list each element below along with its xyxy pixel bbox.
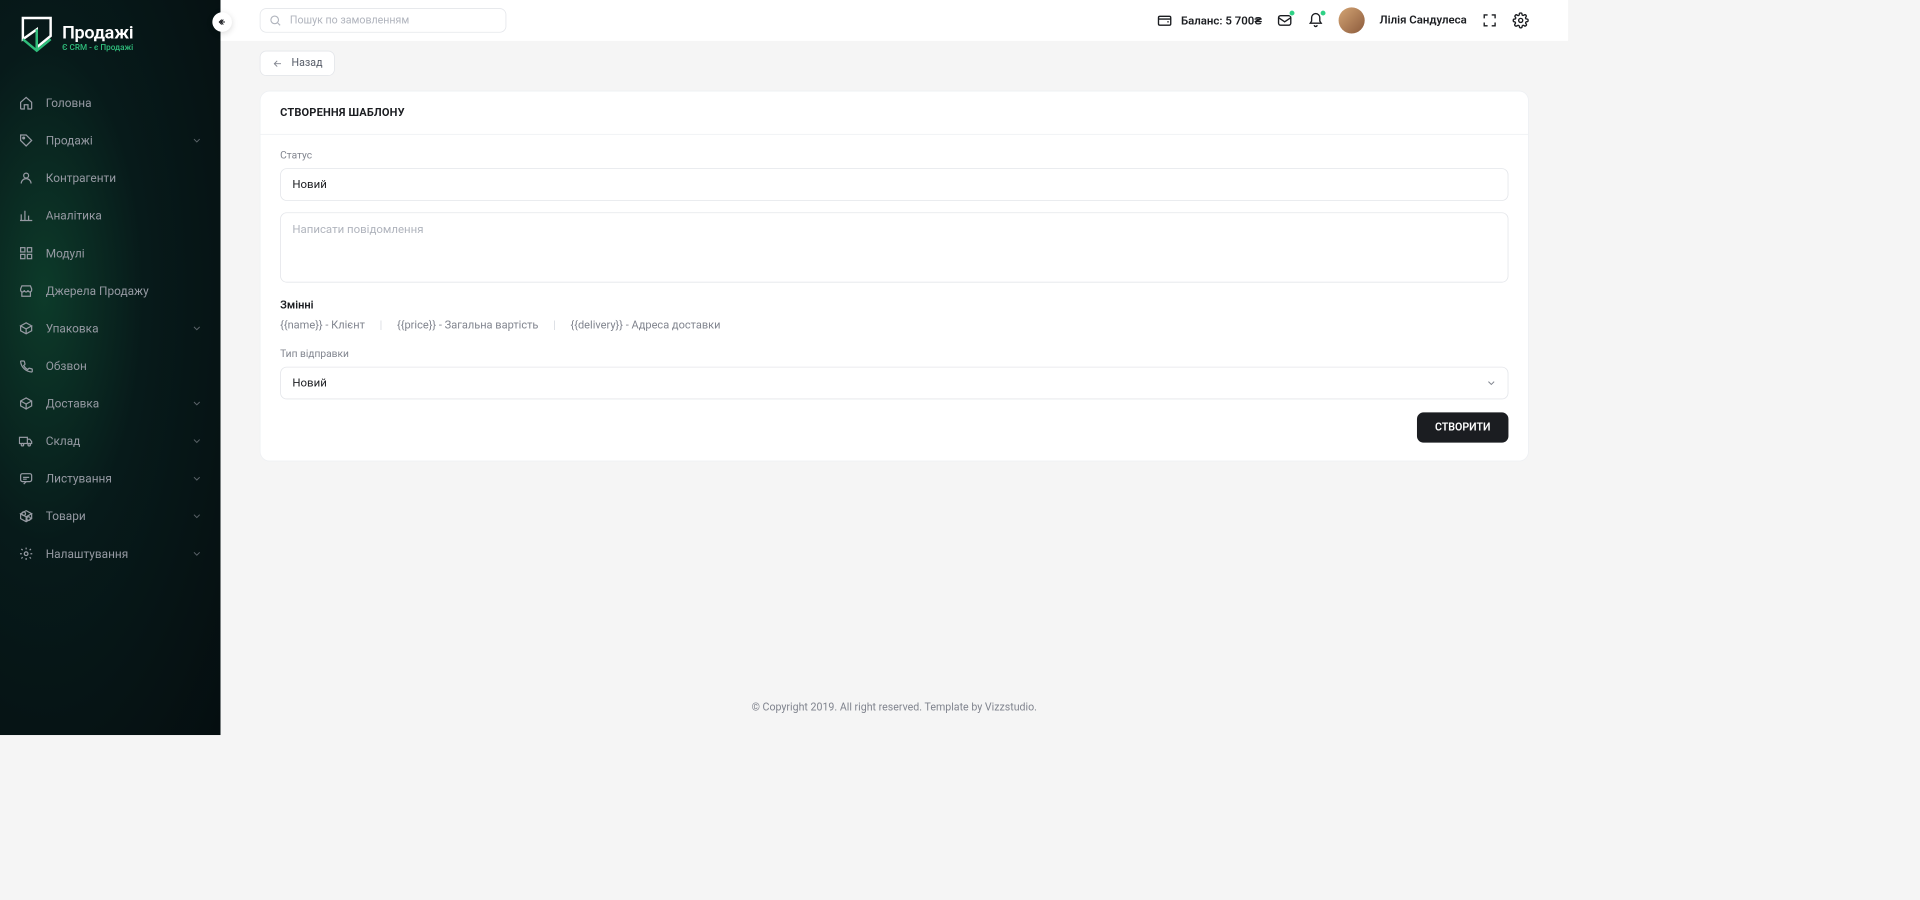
sidebar-item-label: Аналітика bbox=[46, 209, 203, 223]
sidebar-item-label: Джерела Продажу bbox=[46, 284, 203, 298]
card-title: СТВОРЕННЯ ШАБЛОНУ bbox=[261, 91, 1529, 134]
variables-row: {{name}} - Клієнт | {{price}} - Загальна… bbox=[280, 319, 1508, 332]
sidebar-item-cube[interactable]: Доставка bbox=[0, 385, 221, 423]
sidebar-item-label: Модулі bbox=[46, 246, 203, 260]
search-input[interactable] bbox=[260, 8, 507, 33]
send-type-select[interactable]: Новий bbox=[280, 367, 1508, 400]
sidebar-item-label: Головна bbox=[46, 96, 203, 110]
chevron-down-icon bbox=[191, 435, 202, 446]
sidebar-item-tag[interactable]: Продажі bbox=[0, 122, 221, 160]
variable-item: {{delivery}} - Адреса доставки bbox=[571, 319, 736, 332]
chart-icon bbox=[18, 207, 34, 223]
package-icon bbox=[18, 508, 34, 524]
topbar: Баланс: 5 700₴ Лілія Сандулеса bbox=[221, 0, 1569, 41]
store-icon bbox=[18, 283, 34, 299]
nav-list: Головна Продажі Контрагенти Аналітика Модулі… bbox=[0, 84, 221, 572]
sidebar-item-label: Товари bbox=[46, 509, 191, 523]
back-button[interactable]: Назад bbox=[260, 51, 335, 76]
message-textarea[interactable] bbox=[280, 212, 1508, 282]
sidebar-item-chat[interactable]: Листування bbox=[0, 460, 221, 498]
sidebar-item-user[interactable]: Контрагенти bbox=[0, 159, 221, 197]
user-icon bbox=[18, 170, 34, 186]
sidebar-item-label: Доставка bbox=[46, 397, 191, 411]
gear-icon bbox=[1513, 12, 1529, 28]
footer: © Copyright 2019. All right reserved. Te… bbox=[221, 680, 1569, 735]
sidebar-item-label: Листування bbox=[46, 472, 191, 486]
status-input[interactable] bbox=[280, 168, 1508, 201]
logo-subtitle: Є CRM - є Продажі bbox=[62, 43, 133, 52]
sidebar-collapse-button[interactable] bbox=[212, 12, 232, 32]
sidebar-item-box[interactable]: Упаковка bbox=[0, 310, 221, 348]
cube-icon bbox=[18, 395, 34, 411]
content: Назад СТВОРЕННЯ ШАБЛОНУ Статус Змінні {{… bbox=[221, 41, 1569, 680]
sidebar-item-label: Продажі bbox=[46, 134, 191, 148]
sidebar-item-home[interactable]: Головна bbox=[0, 84, 221, 122]
notification-dot bbox=[1289, 10, 1296, 17]
messages-button[interactable] bbox=[1277, 12, 1293, 28]
username: Лілія Сандулеса bbox=[1380, 14, 1467, 27]
send-type-label: Тип відправки bbox=[280, 348, 1508, 360]
variable-item: {{name}} - Клієнт bbox=[280, 319, 379, 332]
variable-separator: | bbox=[380, 319, 397, 332]
truck-icon bbox=[18, 433, 34, 449]
main-area: Баланс: 5 700₴ Лілія Сандулеса Назад СТВ… bbox=[221, 0, 1569, 735]
box-icon bbox=[18, 320, 34, 336]
sidebar-item-store[interactable]: Джерела Продажу bbox=[0, 272, 221, 310]
chevron-down-icon bbox=[191, 323, 202, 334]
search-wrap bbox=[260, 8, 507, 33]
sidebar-item-phone[interactable]: Обзвон bbox=[0, 347, 221, 385]
variable-separator: | bbox=[553, 319, 570, 332]
sidebar-item-label: Склад bbox=[46, 434, 191, 448]
grid-icon bbox=[18, 245, 34, 261]
logo-icon bbox=[18, 15, 56, 60]
search-icon bbox=[269, 14, 282, 27]
fullscreen-icon bbox=[1481, 12, 1497, 28]
sidebar-item-chart[interactable]: Аналітика bbox=[0, 197, 221, 235]
sidebar-item-label: Обзвон bbox=[46, 359, 203, 373]
arrow-left-icon bbox=[217, 17, 227, 27]
back-label: Назад bbox=[292, 57, 323, 69]
balance-label: Баланс: 5 700₴ bbox=[1181, 13, 1262, 27]
chevron-down-icon bbox=[191, 510, 202, 521]
avatar[interactable] bbox=[1339, 7, 1365, 33]
status-label: Статус bbox=[280, 149, 1508, 161]
sidebar-item-label: Контрагенти bbox=[46, 171, 203, 185]
variable-item: {{price}} - Загальна вартість bbox=[397, 319, 553, 332]
notification-dot bbox=[1320, 10, 1327, 17]
gear-icon bbox=[18, 546, 34, 562]
chevron-down-icon bbox=[191, 398, 202, 409]
arrow-left-icon bbox=[272, 58, 283, 69]
logo-title: Продажі bbox=[62, 22, 133, 42]
chevron-down-icon bbox=[191, 548, 202, 559]
fullscreen-button[interactable] bbox=[1481, 12, 1497, 28]
create-button[interactable]: СТВОРИТИ bbox=[1417, 412, 1508, 442]
chat-icon bbox=[18, 470, 34, 486]
sidebar-item-label: Налаштування bbox=[46, 547, 191, 561]
sidebar-item-gear[interactable]: Налаштування bbox=[0, 535, 221, 573]
wallet-icon bbox=[1156, 12, 1172, 28]
chevron-down-icon bbox=[191, 473, 202, 484]
home-icon bbox=[18, 95, 34, 111]
settings-button[interactable] bbox=[1513, 12, 1529, 28]
chevron-down-icon bbox=[191, 135, 202, 146]
phone-icon bbox=[18, 358, 34, 374]
send-type-value: Новий bbox=[280, 367, 1508, 400]
sidebar: Продажі Є CRM - є Продажі Головна Продажі… bbox=[0, 0, 221, 735]
tag-icon bbox=[18, 132, 34, 148]
create-template-card: СТВОРЕННЯ ШАБЛОНУ Статус Змінні {{name}}… bbox=[260, 91, 1529, 462]
balance: Баланс: 5 700₴ bbox=[1156, 12, 1261, 28]
sidebar-item-label: Упаковка bbox=[46, 321, 191, 335]
logo: Продажі Є CRM - є Продажі bbox=[0, 15, 221, 84]
sidebar-item-truck[interactable]: Склад bbox=[0, 422, 221, 460]
sidebar-item-package[interactable]: Товари bbox=[0, 497, 221, 535]
variables-title: Змінні bbox=[280, 299, 1508, 312]
notifications-button[interactable] bbox=[1308, 12, 1324, 28]
sidebar-item-grid[interactable]: Модулі bbox=[0, 234, 221, 272]
